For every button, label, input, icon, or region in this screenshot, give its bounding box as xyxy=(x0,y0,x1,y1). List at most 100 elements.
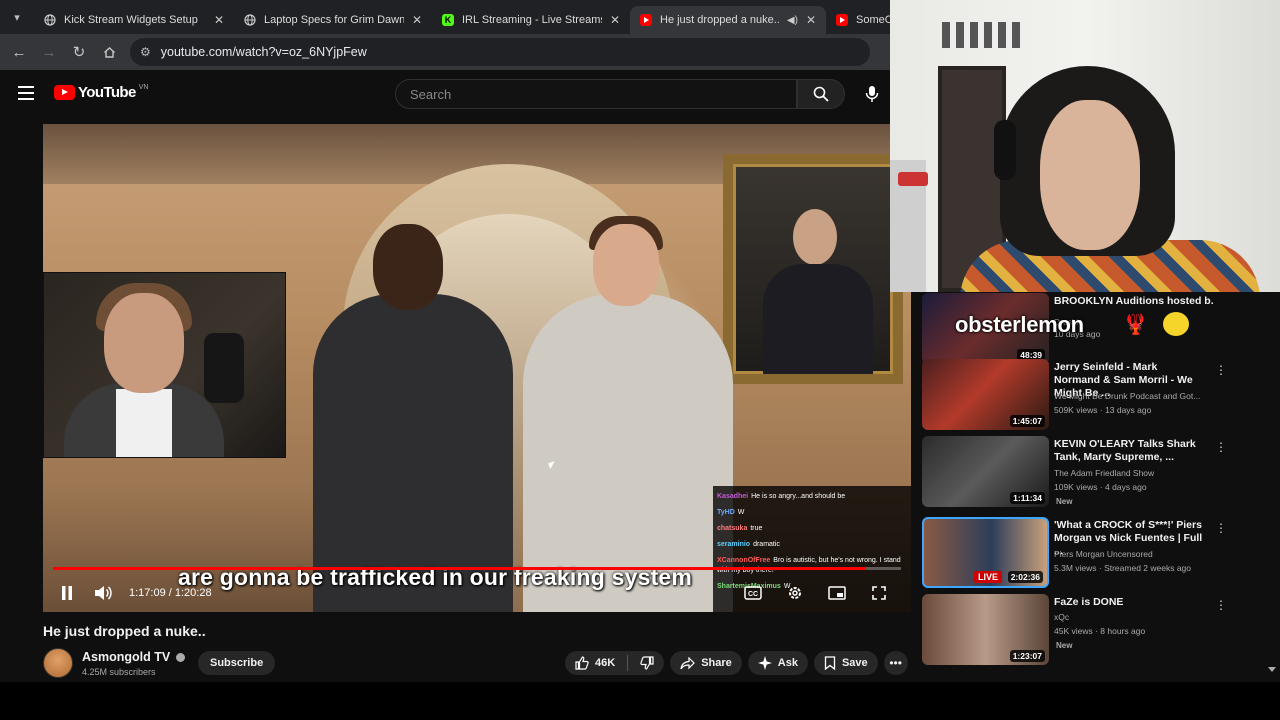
more-vertical-icon[interactable]: ⋮ xyxy=(1215,598,1227,612)
tab-search-chevron-icon[interactable]: ▾ xyxy=(0,0,34,34)
site-info-icon[interactable]: ⚙ xyxy=(140,45,151,59)
bookmark-icon xyxy=(824,656,836,670)
browser-tab-active[interactable]: He just dropped a nuke.. ◀) ✕ xyxy=(630,6,826,34)
recommendation-item[interactable]: 1:45:07 Jerry Seinfeld - Mark Normand & … xyxy=(922,359,1227,435)
pause-button[interactable] xyxy=(49,575,85,611)
dislike-button[interactable] xyxy=(640,656,654,670)
recommendation-channel[interactable]: Piers Morgan Uncensored xyxy=(1054,549,1214,559)
recommendation-item[interactable]: 1:23:07 FaZe is DONE xQc 45K views · 8 h… xyxy=(922,594,1227,670)
browser-tab[interactable]: K IRL Streaming - Live Streams or ✕ xyxy=(432,6,630,34)
subtitles-button[interactable]: CC xyxy=(735,575,771,611)
verified-badge-icon xyxy=(176,652,186,662)
video-thumbnail[interactable]: LIVE 2:02:36 xyxy=(922,517,1049,588)
save-button[interactable]: Save xyxy=(813,651,878,675)
player-controls: 1:17:09 / 1:20:28 CC xyxy=(43,574,911,612)
recommendation-meta: 5.3M views · Streamed 2 weeks ago xyxy=(1054,563,1192,573)
lobster-icon: 🦞 xyxy=(1123,314,1148,336)
more-vertical-icon[interactable]: ⋮ xyxy=(1215,521,1227,535)
like-dislike-group: 46K xyxy=(565,651,665,675)
more-horizontal-icon: ••• xyxy=(889,656,902,670)
youtube-play-icon xyxy=(54,85,75,100)
search-button[interactable] xyxy=(797,79,845,109)
recommendation-meta: 509K views · 13 days ago xyxy=(1054,405,1152,415)
recommendation-title[interactable]: KEVIN O'LEARY Talks Shark Tank, Marty Su… xyxy=(1054,438,1206,464)
youtube-logo[interactable]: YouTube VN xyxy=(54,84,148,101)
more-actions-button[interactable]: ••• xyxy=(883,651,908,675)
video-player[interactable]: Kasadhei He is so angry...and should be T… xyxy=(43,124,911,612)
recommendation-channel[interactable]: We Might Be Drunk Podcast and Got... xyxy=(1054,391,1214,401)
youtube-wordmark: YouTube xyxy=(78,84,136,101)
recommendation-channel[interactable]: xQc xyxy=(1054,612,1214,622)
like-button[interactable]: 46K xyxy=(575,656,615,670)
pause-icon xyxy=(62,586,72,600)
close-tab-icon[interactable]: ✕ xyxy=(214,13,224,27)
ask-label: Ask xyxy=(777,657,798,669)
microphone-icon xyxy=(865,86,879,102)
reload-icon[interactable]: ↻ xyxy=(64,37,94,67)
home-icon[interactable] xyxy=(94,37,124,67)
video-thumbnail[interactable]: 1:23:07 xyxy=(922,594,1049,665)
search-input[interactable]: Search xyxy=(395,79,797,109)
url-field[interactable]: ⚙ youtube.com/watch?v=oz_6NYjpFew xyxy=(130,38,870,66)
subscriber-count: 4.25M subscribers xyxy=(82,667,156,677)
new-badge: New xyxy=(1056,641,1073,650)
progress-bar[interactable] xyxy=(53,567,901,570)
close-tab-icon[interactable]: ✕ xyxy=(412,13,422,27)
recommendation-item[interactable]: LIVE 2:02:36 'What a CROCK of S***!' Pie… xyxy=(922,517,1227,593)
thumbs-up-icon xyxy=(575,656,589,670)
chat-message: seraminio dramatic xyxy=(717,541,780,548)
subscribe-button[interactable]: Subscribe xyxy=(198,651,276,675)
youtube-icon xyxy=(836,14,848,26)
ask-button[interactable]: Ask xyxy=(747,651,808,675)
more-vertical-icon[interactable]: ⋮ xyxy=(1215,363,1227,377)
recommendation-title[interactable]: FaZe is DONE xyxy=(1054,596,1206,609)
closed-captions-icon: CC xyxy=(744,586,762,600)
duration-badge: 1:11:34 xyxy=(1010,492,1045,504)
live-badge: LIVE xyxy=(974,571,1003,583)
chat-message: Kasadhei He is so angry...and should be xyxy=(717,493,846,500)
volume-icon xyxy=(95,586,112,600)
browser-tab[interactable]: Kick Stream Widgets Setup ✕ xyxy=(34,6,234,34)
miniplayer-button[interactable] xyxy=(819,575,855,611)
video-thumbnail[interactable]: 1:11:34 xyxy=(922,436,1049,507)
video-title: He just dropped a nuke.. xyxy=(43,623,206,639)
more-vertical-icon[interactable]: ⋮ xyxy=(1215,440,1227,454)
channel-avatar[interactable] xyxy=(43,648,73,678)
save-label: Save xyxy=(841,657,868,669)
speaker-icon[interactable]: ◀) xyxy=(787,15,798,26)
menu-icon[interactable] xyxy=(18,86,34,100)
video-frame-portrait xyxy=(723,154,903,384)
stream-overlay-username: obsterlemon xyxy=(955,312,1084,337)
share-button[interactable]: Share xyxy=(670,651,742,675)
like-divider xyxy=(627,655,629,671)
recommendation-meta: 109K views · 4 days ago xyxy=(1054,482,1147,492)
back-arrow-icon[interactable]: ← xyxy=(4,37,34,67)
close-tab-icon[interactable]: ✕ xyxy=(610,13,620,27)
player-controls-right: CC xyxy=(735,574,897,612)
tab-title: He just dropped a nuke.. xyxy=(660,14,779,26)
new-badge: New xyxy=(1056,497,1073,506)
browser-tab-strip: ▾ Kick Stream Widgets Setup ✕ Laptop Spe… xyxy=(0,0,890,34)
channel-name-row[interactable]: Asmongold TV xyxy=(82,650,186,664)
chat-message: TyHD W xyxy=(717,509,745,516)
volume-button[interactable] xyxy=(85,575,121,611)
recommendation-channel[interactable]: The Adam Friedland Show xyxy=(1054,468,1214,478)
globe-icon xyxy=(244,14,256,26)
streamer-facecam xyxy=(43,272,286,458)
close-tab-icon[interactable]: ✕ xyxy=(806,13,816,27)
browser-tab[interactable]: Laptop Specs for Grim Dawn ✕ xyxy=(234,6,432,34)
duration-badge: 1:23:07 xyxy=(1009,650,1045,662)
recommendation-item[interactable]: 1:11:34 KEVIN O'LEARY Talks Shark Tank, … xyxy=(922,436,1227,512)
voice-search-button[interactable] xyxy=(860,82,884,106)
video-thumbnail[interactable]: 1:45:07 xyxy=(922,359,1049,430)
share-label: Share xyxy=(701,657,732,669)
browser-tab[interactable]: SomeOr xyxy=(826,6,890,34)
tab-title: SomeOr xyxy=(856,14,890,26)
channel-name[interactable]: Asmongold TV xyxy=(82,650,170,664)
recommendation-title[interactable]: BROOKLYN Auditions hosted b... xyxy=(1054,295,1214,308)
forward-arrow-icon[interactable]: → xyxy=(34,37,64,67)
recommendation-meta: 45K views · 8 hours ago xyxy=(1054,626,1146,636)
scroll-down-arrow-icon[interactable] xyxy=(1268,667,1276,672)
fullscreen-button[interactable] xyxy=(861,575,897,611)
settings-button[interactable] xyxy=(777,575,813,611)
